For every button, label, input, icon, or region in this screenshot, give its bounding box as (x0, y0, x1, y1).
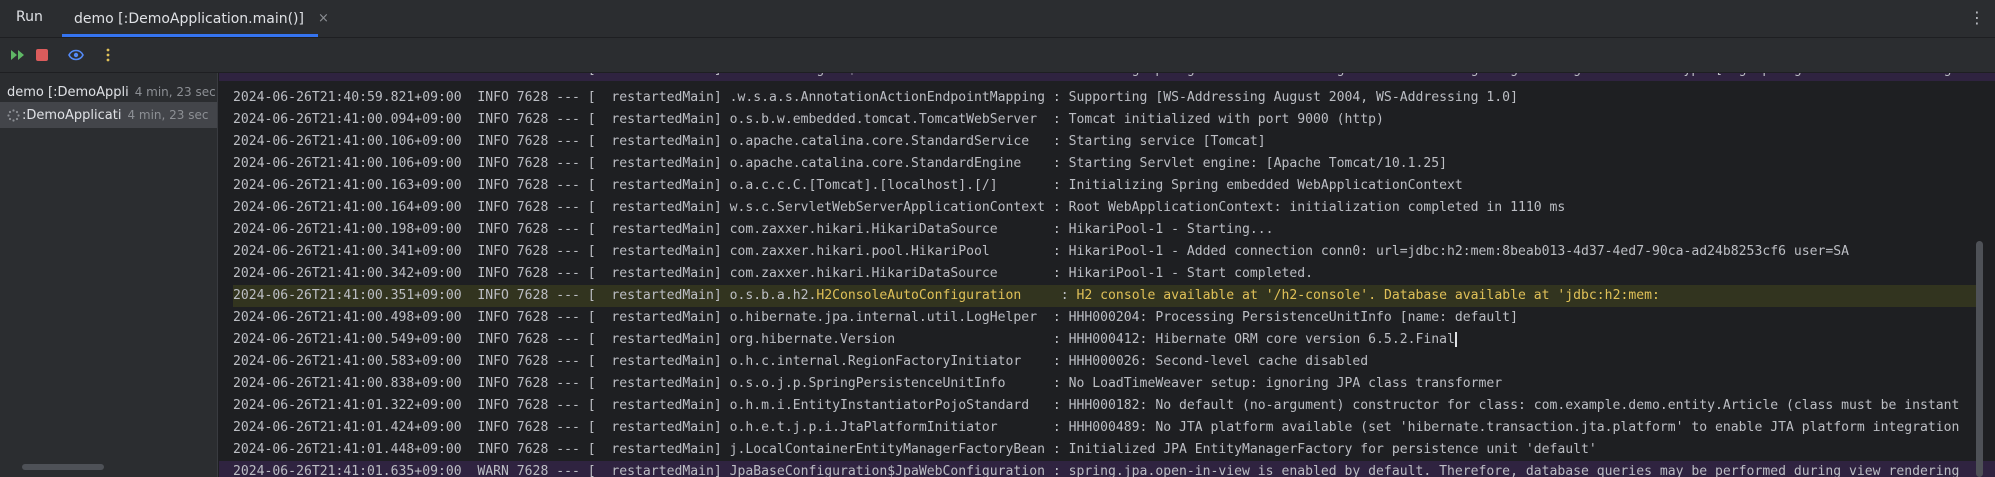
log-line: 2024-06-26T21:41:00.106+09:00 INFO 7628 … (233, 134, 1266, 149)
text-cursor (1454, 332, 1457, 347)
log-line: 2024-06-26T21:41:00.583+09:00 INFO 7628 … (233, 354, 1369, 369)
tree-item-name: demo [:DemoAppli (7, 84, 129, 100)
log-line: 2024-06-26T21:41:00.106+09:00 INFO 7628 … (233, 156, 1447, 171)
log-line: 2024-06-26T21:41:00.094+09:00 INFO 7628 … (233, 112, 1384, 127)
run-tool-window-title: Run (16, 9, 43, 25)
log-line: 2024-06-26T21:40:59.821+09:00 INFO 7628 … (233, 90, 1518, 105)
log-line: 2024-06-26T21:41:01.424+09:00 INFO 7628 … (233, 420, 1960, 435)
log-line-prefix: 2024-06-26T21:41:00.351+09:00 INFO 7628 … (233, 288, 817, 303)
tab-label: demo [:DemoApplication.main()] (74, 10, 304, 27)
more-options-icon[interactable]: ⋮ (1969, 8, 1985, 27)
log-line: 2024-06-26T21:40:59.789+09:00 WARN 7628 … (233, 73, 1959, 81)
stop-icon[interactable] (32, 45, 52, 65)
eye-icon[interactable] (66, 45, 86, 65)
log-line: 2024-06-26T21:41:00.838+09:00 INFO 7628 … (233, 376, 1503, 391)
tree-item-name: :DemoApplicati (22, 107, 122, 123)
log-line: 2024-06-26T21:41:00.498+09:00 INFO 7628 … (233, 310, 1518, 325)
log-line: 2024-06-26T21:41:00.198+09:00 INFO 7628 … (233, 222, 1274, 237)
log-line: 2024-06-26T21:41:01.448+09:00 INFO 7628 … (233, 442, 1597, 457)
vertical-scrollbar[interactable] (1976, 241, 1983, 477)
log-line-with-cursor: 2024-06-26T21:41:00.549+09:00 INFO 7628 … (233, 329, 1457, 351)
tool-window-header: Run demo [:DemoApplication.main()] × ⋮ (0, 0, 1995, 37)
h2-console-class-name: H2ConsoleAutoConfiguration (816, 288, 1022, 303)
log-line: 2024-06-26T21:41:00.341+09:00 INFO 7628 … (233, 244, 1850, 259)
log-line: 2024-06-26T21:41:00.163+09:00 INFO 7628 … (233, 178, 1463, 193)
loading-spinner-icon (7, 108, 20, 122)
log-line: 2024-06-26T21:41:00.164+09:00 INFO 7628 … (233, 200, 1566, 215)
log-line: 2024-06-26T21:41:01.635+09:00 WARN 7628 … (233, 464, 1960, 477)
tab-demo-application[interactable]: demo [:DemoApplication.main()] × (62, 0, 329, 37)
close-icon[interactable]: × (318, 11, 329, 26)
log-line-highlighted: 2024-06-26T21:41:00.351+09:00 INFO 7628 … (233, 285, 1978, 307)
log-line: 2024-06-26T21:41:00.342+09:00 INFO 7628 … (233, 266, 1313, 281)
run-toolbar (0, 37, 1995, 73)
log-line: 2024-06-26T21:41:01.322+09:00 INFO 7628 … (233, 398, 1960, 413)
horizontal-scrollbar[interactable] (22, 464, 104, 470)
tree-item-demo-application[interactable]: :DemoApplicati 4 min, 23 sec (0, 102, 217, 128)
more-vert-icon[interactable] (98, 45, 118, 65)
log-line-separator: : (1021, 288, 1077, 303)
tree-item-time: 4 min, 23 sec (134, 85, 216, 99)
run-configurations-tree: demo [:DemoAppli 4 min, 23 sec :DemoAppl… (0, 73, 218, 477)
h2-console-message: H2 console available at '/h2-console'. D… (1076, 288, 1660, 303)
rerun-icon[interactable] (8, 45, 28, 65)
log-line-text: 2024-06-26T21:41:00.549+09:00 INFO 7628 … (233, 332, 1455, 347)
console-output[interactable]: 2024-06-26T21:40:59.789+09:00 WARN 7628 … (219, 73, 1995, 477)
tree-item-time: 4 min, 23 sec (127, 108, 209, 122)
